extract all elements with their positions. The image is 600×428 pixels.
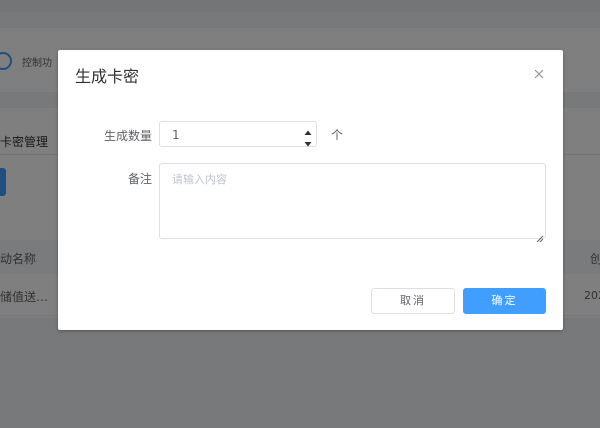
note-label: 备注 [127, 172, 152, 186]
confirm-button[interactable]: 确定 [463, 288, 546, 314]
quantity-input-number [159, 121, 317, 147]
quantity-input[interactable] [172, 127, 272, 143]
note-field [159, 163, 546, 243]
close-icon[interactable] [531, 66, 547, 82]
dialog-title: 生成卡密 [75, 67, 140, 86]
resize-handle-icon[interactable] [536, 228, 544, 243]
decrement-arrow-icon[interactable] [303, 135, 313, 147]
quantity-label: 生成数量 [103, 129, 152, 143]
cancel-button[interactable]: 取消 [371, 288, 455, 314]
increment-arrow-icon[interactable] [303, 123, 313, 135]
quantity-unit: 个 [331, 128, 344, 142]
note-textarea[interactable] [160, 164, 545, 238]
generate-card-dialog: 生成卡密 生成数量 个 备注 取消 确定 [58, 50, 563, 330]
